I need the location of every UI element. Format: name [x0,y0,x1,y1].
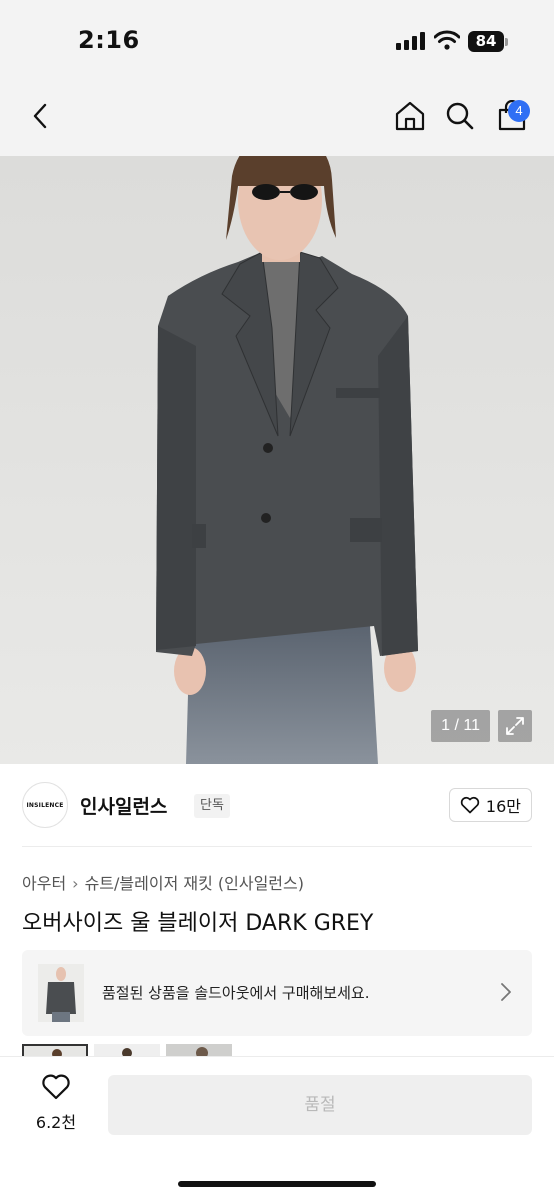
home-indicator [178,1181,376,1187]
product-photo [0,156,554,764]
soldout-message: 품절된 상품을 솔드아웃에서 구매해보세요. [102,984,370,1002]
status-bar: 2:16 84 [0,0,554,80]
top-navigation [0,80,554,156]
brand-logo[interactable]: INSILENCE [22,782,68,828]
bottom-action-bar: 6.2천 품절 [0,1056,554,1200]
product-image-gallery[interactable]: 1 / 11 [0,156,554,764]
product-title: 오버사이즈 울 블레이저 DARK GREY [22,911,374,936]
back-button[interactable] [22,98,58,134]
heart-icon [42,1074,70,1100]
wifi-icon [434,30,460,50]
home-button[interactable] [392,98,428,134]
divider [22,846,532,847]
back-icon [33,103,47,129]
brand-row: INSILENCE 인사일런스 단독 16만 [22,780,532,832]
soldout-thumbnail [38,964,84,1022]
breadcrumb: 아우터 › 슈트/블레이저 재킷 (인사일런스) [22,870,304,894]
status-time: 2:16 [78,26,140,54]
soldout-banner[interactable]: 품절된 상품을 솔드아웃에서 구매해보세요. [22,950,532,1036]
chevron-right-icon: › [72,874,79,893]
brand-like-count: 16만 [485,797,521,816]
battery-icon: 84 [468,31,504,52]
search-button[interactable] [442,98,478,134]
wishlist-count: 6.2천 [35,1113,77,1132]
search-icon [446,102,474,130]
cart-count-badge: 4 [508,100,530,122]
chevron-right-icon [501,983,511,1001]
soldout-purchase-button[interactable]: 품절 [108,1075,532,1135]
home-icon [395,101,425,131]
expand-button[interactable] [498,710,532,742]
heart-icon [460,796,480,814]
battery-cap [505,38,508,46]
exclusive-badge: 단독 [194,794,230,818]
image-counter: 1 / 11 [431,710,490,742]
wishlist-button[interactable]: 6.2천 [22,1073,90,1133]
brand-name[interactable]: 인사일런스 [80,792,167,819]
brand-like-button[interactable]: 16만 [448,788,532,822]
breadcrumb-parent[interactable]: 아우터 [22,874,66,893]
signal-icon [396,32,426,50]
breadcrumb-child[interactable]: 슈트/블레이저 재킷 (인사일런스) [85,874,304,893]
expand-icon [506,717,524,735]
